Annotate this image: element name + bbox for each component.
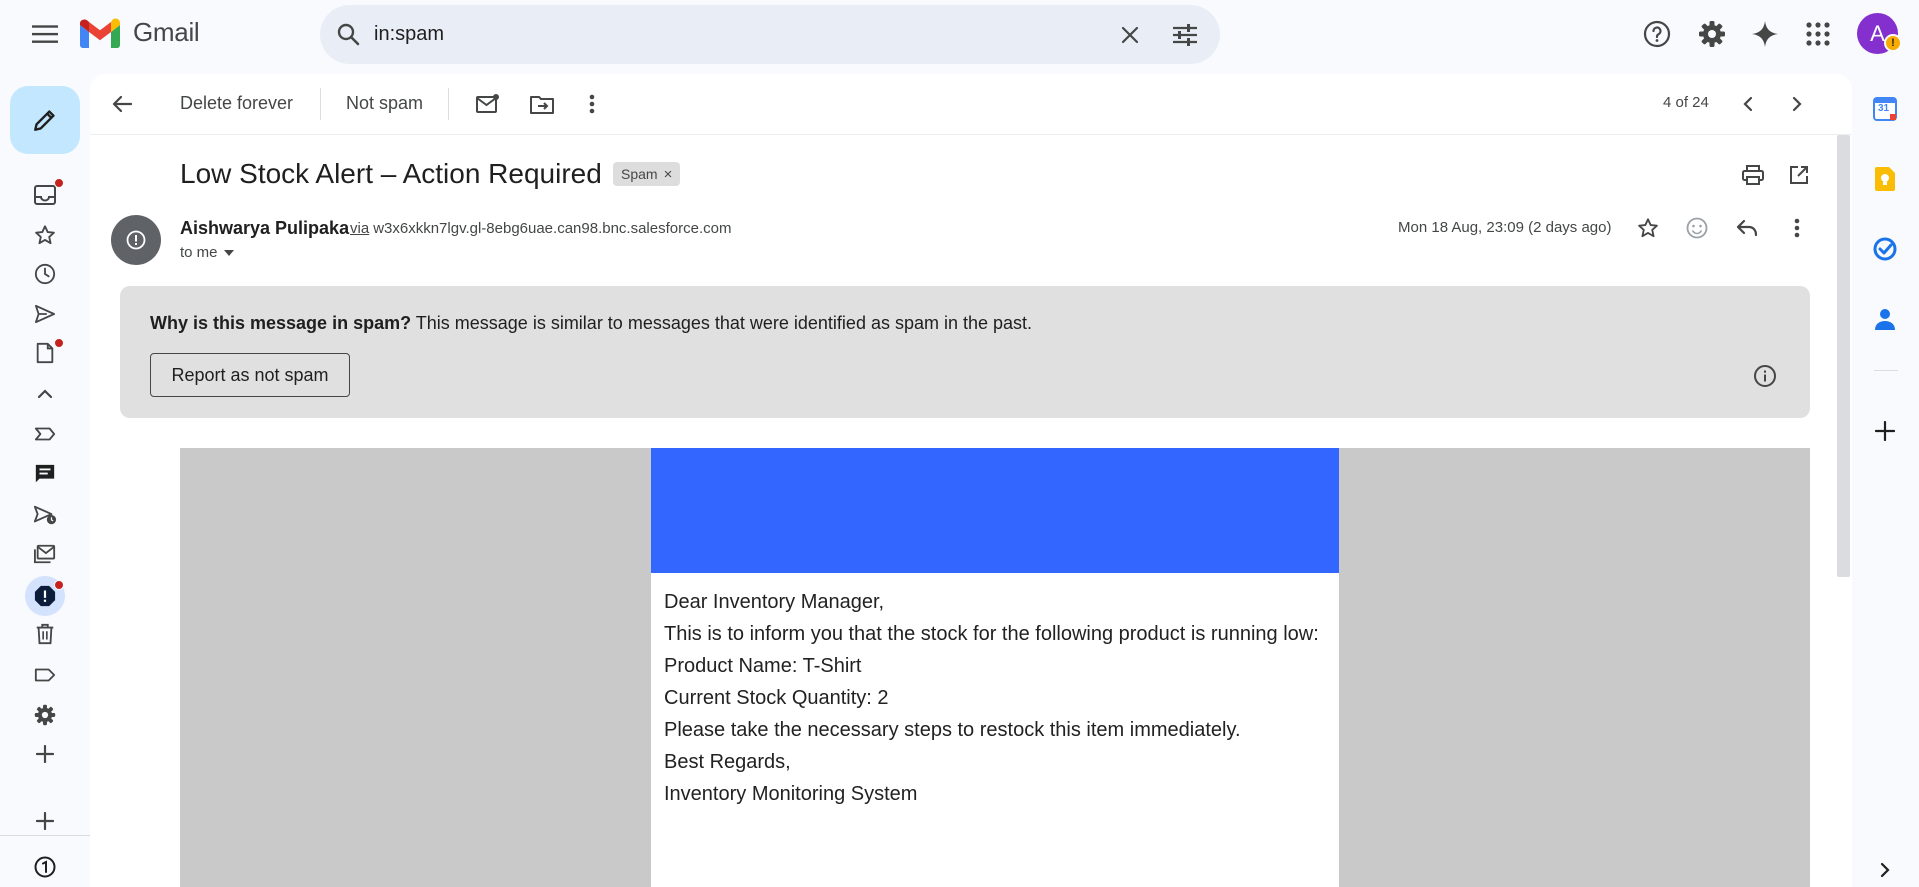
print-icon[interactable] (1733, 155, 1773, 195)
star-message-icon[interactable] (1628, 208, 1668, 248)
spam-warning-explanation: This message is similar to messages that… (411, 313, 1033, 333)
calendar-date: 31 (1878, 103, 1890, 114)
create-label-plus-icon[interactable] (26, 737, 64, 771)
delete-forever-button[interactable]: Delete forever (180, 93, 293, 114)
spam-warning-question: Why is this message in spam? (150, 313, 412, 333)
sender-via: via w3x6xkkn7lgv.gl-8ebg6uae.can98.bnc.sa… (350, 220, 731, 237)
open-in-new-window-icon[interactable] (1779, 155, 1819, 195)
more-options-icon[interactable] (572, 84, 612, 124)
email-content-card: Dear Inventory Manager, This is to infor… (651, 448, 1339, 887)
email-line: Inventory Monitoring System (664, 783, 918, 805)
manage-settings-icon[interactable] (26, 698, 64, 732)
message-more-options-icon[interactable] (1777, 208, 1817, 248)
info-icon[interactable] (1745, 356, 1785, 396)
settings-icon[interactable] (1692, 14, 1732, 54)
message-scrollbar[interactable] (1837, 135, 1850, 577)
contacts-icon[interactable] (1868, 302, 1902, 336)
recipient-text: to me (180, 244, 218, 261)
star-icon[interactable] (26, 218, 64, 252)
spam-label-chip: Spam × (613, 162, 681, 186)
message-date: Mon 18 Aug, 23:09 (2 days ago) (1398, 219, 1612, 236)
sender-avatar (111, 215, 161, 265)
move-to-icon[interactable] (522, 84, 562, 124)
spam-label-text: Spam (621, 166, 658, 182)
remove-label-icon[interactable]: × (664, 166, 673, 183)
right-rail-divider (1874, 370, 1898, 371)
drafts-unread-dot (54, 338, 64, 348)
report-not-spam-button[interactable]: Report as not spam (150, 353, 350, 397)
mark-unread-icon[interactable] (468, 84, 508, 124)
spam-warning-text: Why is this message in spam? This messag… (150, 313, 1032, 334)
email-line: Current Stock Quantity: 2 (664, 687, 889, 709)
emoji-reaction-icon[interactable] (1677, 208, 1717, 248)
clear-search-icon[interactable] (1110, 15, 1150, 55)
via-domain: w3x6xkkn7lgv.gl-8ebg6uae.can98.bnc.sales… (373, 220, 732, 237)
keep-icon[interactable] (1868, 162, 1902, 196)
all-mail-icon[interactable] (26, 537, 64, 571)
inbox-unread-dot (54, 178, 64, 188)
main-menu-icon[interactable] (21, 14, 69, 54)
email-line: This is to inform you that the stock for… (664, 623, 1319, 645)
caret-down-icon (223, 249, 234, 256)
rail-divider (0, 835, 90, 836)
spam-unread-dot (54, 580, 64, 590)
message-subject: Low Stock Alert – Action Required (180, 158, 602, 189)
search-options-icon[interactable] (1165, 15, 1205, 55)
chevron-up-icon[interactable] (26, 377, 64, 411)
email-body: Dear Inventory Manager, This is to infor… (664, 586, 1324, 810)
older-chevron-right-icon[interactable] (1777, 84, 1817, 124)
email-line: Dear Inventory Manager, (664, 591, 885, 613)
sender-name[interactable]: Aishwarya Pulipaka (180, 218, 349, 239)
expand-panel-chevron-right-icon[interactable] (1868, 853, 1902, 887)
label-icon[interactable] (26, 658, 64, 692)
compose-button[interactable] (10, 86, 80, 154)
warning-circle-icon (126, 230, 146, 250)
back-arrow-icon[interactable] (102, 84, 142, 124)
add-space-plus-icon[interactable] (26, 804, 64, 838)
account-alert-badge: ! (1884, 34, 1902, 52)
send-icon[interactable] (26, 297, 64, 331)
app-name: Gmail (133, 17, 200, 47)
tasks-icon[interactable] (1868, 232, 1902, 266)
recipient-details-toggle[interactable]: to me (180, 244, 234, 261)
gmail-logo-icon[interactable] (80, 18, 120, 48)
gemini-icon[interactable] (1745, 14, 1785, 54)
toolbar-divider (448, 88, 449, 120)
via-link[interactable]: via (350, 220, 369, 237)
chat-icon[interactable] (26, 457, 64, 491)
scheduled-send-icon[interactable] (26, 498, 64, 532)
search-input[interactable] (374, 19, 1074, 49)
search-bar (320, 5, 1220, 64)
email-line: Product Name: T-Shirt (664, 655, 862, 677)
newer-chevron-left-icon[interactable] (1728, 84, 1768, 124)
help-icon[interactable] (1637, 14, 1677, 54)
clock-icon[interactable] (26, 257, 64, 291)
email-header-banner (651, 448, 1339, 573)
top-bar: Gmail A ! (0, 0, 1919, 68)
apps-grid-icon[interactable] (1798, 14, 1838, 54)
email-line: Best Regards, (664, 751, 791, 773)
not-spam-button[interactable]: Not spam (346, 93, 423, 114)
search-icon[interactable] (328, 14, 368, 54)
toolbar-divider (320, 88, 321, 120)
pagination-count: 4 of 24 (1663, 94, 1709, 111)
trash-icon[interactable] (26, 617, 64, 651)
calendar-icon[interactable]: 31 (1868, 92, 1902, 126)
get-addons-plus-icon[interactable] (1868, 414, 1902, 448)
chat-status-icon[interactable] (26, 850, 64, 884)
spam-warning-banner: Why is this message in spam? This messag… (120, 286, 1810, 418)
pencil-icon (34, 110, 55, 131)
email-line: Please take the necessary steps to resto… (664, 719, 1241, 741)
toolbar-divider-line (90, 134, 1852, 135)
reply-icon[interactable] (1727, 208, 1767, 248)
label-important-icon[interactable] (26, 417, 64, 451)
